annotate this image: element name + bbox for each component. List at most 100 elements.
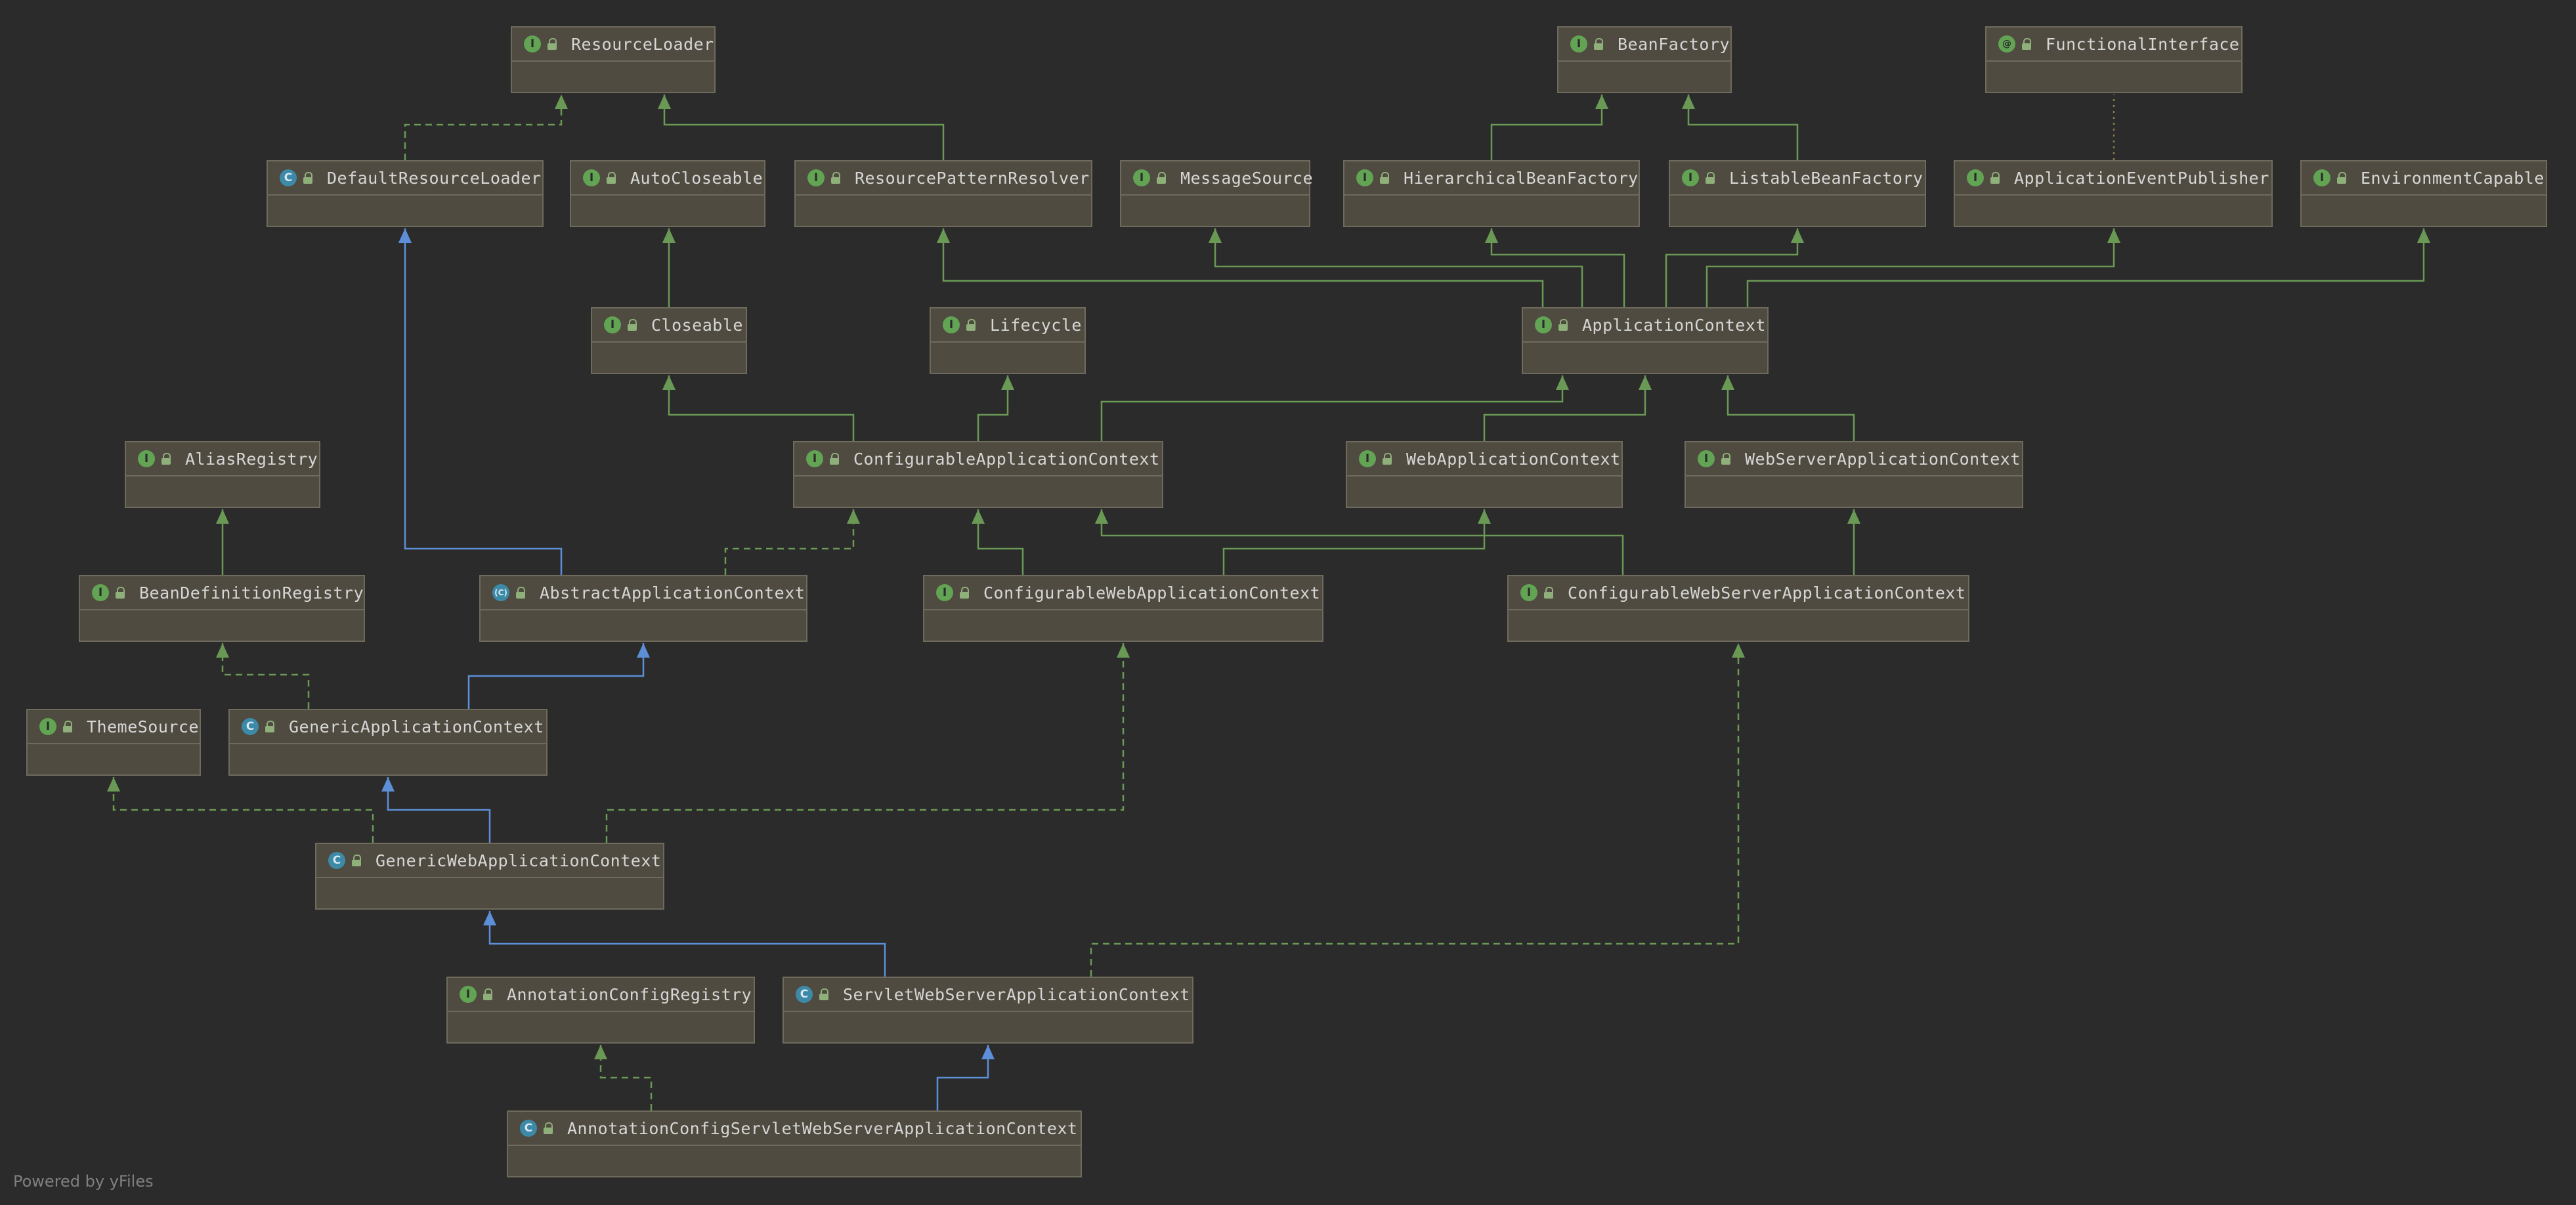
node-label: ListableBeanFactory — [1729, 168, 1923, 188]
edge-extends-class — [467, 643, 645, 709]
edge-arrowhead — [1732, 643, 1745, 658]
node-header: I WebApplicationContext — [1347, 442, 1621, 476]
edge-arrowhead — [381, 777, 395, 792]
node-configurable-application-context[interactable]: I ConfigurableApplicationContext — [793, 441, 1163, 508]
node-servlet-web-server-application-context[interactable]: C ServletWebServerApplicationContext — [783, 977, 1193, 1044]
node-application-context[interactable]: I ApplicationContext — [1522, 307, 1769, 374]
node-bean-factory[interactable]: I BeanFactory — [1557, 26, 1732, 93]
edge-extends-interface — [1727, 375, 1855, 441]
node-annotation-config-registry[interactable]: I AnnotationConfigRegistry — [446, 977, 755, 1044]
node-functional-interface[interactable]: @ FunctionalInterface — [1985, 26, 2243, 93]
node-default-resource-loader[interactable]: C DefaultResourceLoader — [267, 160, 544, 227]
node-label: ThemeSource — [87, 717, 200, 736]
public-visibility-icon — [1380, 172, 1389, 184]
edge-implements — [724, 509, 855, 575]
node-resource-pattern-resolver[interactable]: I ResourcePatternResolver — [794, 160, 1092, 227]
node-lifecycle[interactable]: I Lifecycle — [930, 307, 1086, 374]
public-visibility-icon — [483, 988, 492, 1000]
edge-extends-interface — [1490, 95, 1603, 160]
node-application-event-publisher[interactable]: I ApplicationEventPublisher — [1954, 160, 2273, 227]
node-label: Closeable — [651, 315, 743, 335]
edge-arrowhead — [555, 95, 568, 109]
public-visibility-icon — [960, 587, 969, 599]
edge-arrowhead — [1117, 643, 1130, 658]
node-header: I BeanDefinitionRegistry — [80, 576, 364, 610]
node-generic-web-application-context[interactable]: C GenericWebApplicationContext — [315, 843, 664, 910]
public-visibility-icon — [352, 855, 361, 866]
edge-extends-interface — [1665, 228, 1799, 307]
interface-kind-icon: I — [1133, 169, 1150, 186]
public-visibility-icon — [1558, 319, 1568, 331]
node-bean-definition-registry[interactable]: I BeanDefinitionRegistry — [79, 575, 365, 642]
edge-arrowhead — [1595, 95, 1608, 109]
edge-implements — [404, 95, 563, 160]
public-visibility-icon — [516, 587, 525, 599]
interface-kind-icon: I — [1520, 584, 1537, 601]
node-header: C DefaultResourceLoader — [268, 161, 542, 196]
node-auto-closeable[interactable]: I AutoCloseable — [570, 160, 765, 227]
interface-kind-icon: I — [92, 584, 109, 601]
node-header: @ FunctionalInterface — [1986, 28, 2241, 62]
public-visibility-icon — [607, 172, 616, 184]
edge-arrowhead — [398, 228, 412, 243]
node-label: AnnotationConfigServletWebServerApplicat… — [567, 1118, 1078, 1138]
node-web-server-application-context[interactable]: I WebServerApplicationContext — [1685, 441, 2023, 508]
edge-extends-class — [488, 911, 886, 977]
edge-arrowhead — [2417, 228, 2430, 243]
node-environment-capable[interactable]: I EnvironmentCapable — [2300, 160, 2547, 227]
node-resource-loader[interactable]: I ResourceLoader — [511, 26, 716, 93]
interface-kind-icon: I — [524, 35, 541, 53]
public-visibility-icon — [1383, 453, 1392, 465]
node-header: I ConfigurableWebServerApplicationContext — [1509, 576, 1968, 610]
node-header: I ListableBeanFactory — [1670, 161, 1925, 196]
edge-arrowhead — [483, 911, 496, 925]
node-configurable-web-server-application-context[interactable]: I ConfigurableWebServerApplicationContext — [1507, 575, 1969, 642]
node-theme-source[interactable]: I ThemeSource — [26, 709, 201, 776]
interface-kind-icon: I — [583, 169, 600, 186]
interface-kind-icon: I — [807, 169, 825, 186]
node-label: BeanFactory — [1618, 34, 1730, 54]
edge-arrowhead — [1556, 375, 1569, 390]
interface-kind-icon: I — [1682, 169, 1699, 186]
edge-implements — [112, 777, 374, 843]
node-annotation-config-servlet-web-server-application-context[interactable]: C AnnotationConfigServletWebServerApplica… — [507, 1110, 1082, 1177]
interface-kind-icon: I — [1356, 169, 1373, 186]
node-label: EnvironmentCapable — [2361, 168, 2544, 188]
node-configurable-web-application-context[interactable]: I ConfigurableWebApplicationContext — [923, 575, 1323, 642]
node-header: (C) AbstractApplicationContext — [481, 576, 806, 610]
public-visibility-icon — [161, 453, 171, 465]
node-label: Lifecycle — [990, 315, 1082, 335]
node-listable-bean-factory[interactable]: I ListableBeanFactory — [1669, 160, 1926, 227]
public-visibility-icon — [116, 587, 125, 599]
node-hierarchical-bean-factory[interactable]: I HierarchicalBeanFactory — [1343, 160, 1640, 227]
edge-arrowhead — [637, 643, 650, 658]
node-label: WebApplicationContext — [1406, 449, 1621, 469]
edge-extends-interface — [663, 95, 945, 160]
edge-arrowhead — [662, 228, 676, 243]
edge-extends-interface — [668, 375, 855, 441]
node-generic-application-context[interactable]: C GenericApplicationContext — [228, 709, 547, 776]
node-web-application-context[interactable]: I WebApplicationContext — [1346, 441, 1623, 508]
interface-kind-icon: I — [943, 316, 960, 333]
node-label: GenericApplicationContext — [289, 717, 544, 736]
public-visibility-icon — [830, 453, 839, 465]
public-visibility-icon — [628, 319, 637, 331]
node-closeable[interactable]: I Closeable — [591, 307, 747, 374]
node-abstract-application-context[interactable]: (C) AbstractApplicationContext — [479, 575, 807, 642]
node-label: ConfigurableWebServerApplicationContext — [1568, 583, 1966, 602]
node-header: I Closeable — [592, 308, 746, 343]
node-label: AbstractApplicationContext — [540, 583, 805, 602]
edge-arrowhead — [2107, 228, 2120, 243]
public-visibility-icon — [966, 319, 976, 331]
node-message-source[interactable]: I MessageSource — [1120, 160, 1313, 227]
interface-kind-icon: I — [138, 450, 155, 467]
node-label: ConfigurableApplicationContext — [853, 449, 1160, 469]
edge-implements — [599, 1045, 653, 1110]
edge-extends-interface — [1100, 509, 1624, 575]
node-label: AnnotationConfigRegistry — [507, 984, 752, 1004]
edge-arrowhead — [1791, 228, 1804, 243]
node-alias-registry[interactable]: I AliasRegistry — [125, 441, 320, 508]
edge-extends-interface — [1687, 95, 1799, 160]
node-header: I MessageSource — [1121, 161, 1313, 196]
public-visibility-icon — [547, 38, 557, 50]
